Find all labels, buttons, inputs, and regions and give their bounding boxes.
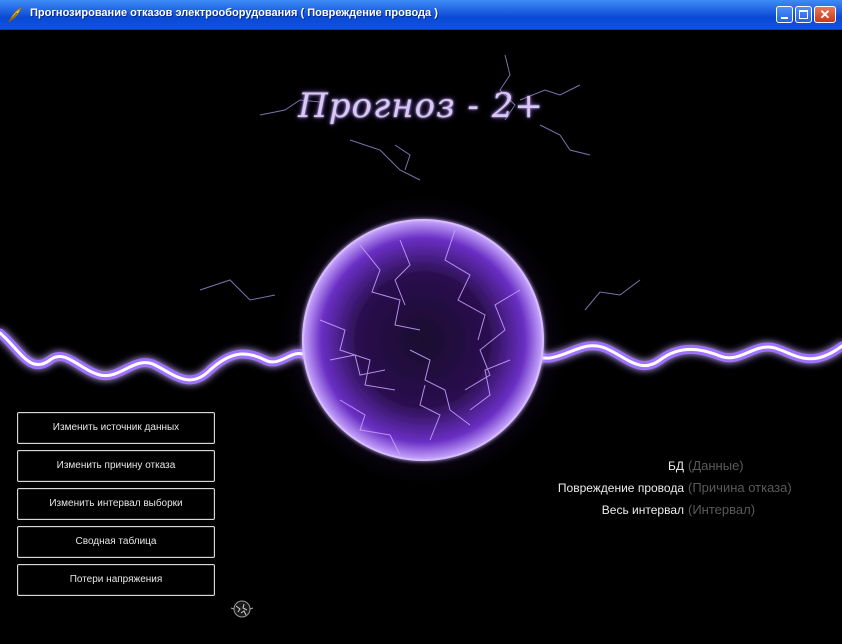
feather-app-icon [8, 6, 22, 23]
change-sample-interval-button[interactable]: Изменить интервал выборки [17, 488, 215, 520]
database-value: (Данные) [688, 458, 744, 473]
title-bar[interactable]: Прогнозирование отказов электрооборудова… [0, 0, 842, 30]
info-row-interval: Весь интервал (Интервал) [500, 499, 840, 521]
plasma-orb-icon [230, 600, 254, 618]
info-row-database: БД (Данные) [500, 455, 840, 477]
app-window: Прогнозирование отказов электрооборудова… [0, 0, 842, 644]
change-failure-cause-button[interactable]: Изменить причину отказа [17, 450, 215, 482]
status-info-panel: БД (Данные) Повреждение провода (Причина… [500, 455, 840, 521]
maximize-button[interactable] [795, 6, 812, 23]
change-data-source-button[interactable]: Изменить источник данных [17, 412, 215, 444]
database-label: БД [667, 459, 684, 473]
failure-cause-value: (Причина отказа) [688, 480, 792, 495]
voltage-loss-button[interactable]: Потери напряжения [17, 564, 215, 596]
window-title: Прогнозирование отказов электрооборудова… [30, 7, 438, 19]
info-row-failure-cause: Повреждение провода (Причина отказа) [500, 477, 840, 499]
action-button-panel: Изменить источник данных Изменить причин… [17, 412, 215, 602]
maximize-icon [799, 10, 808, 19]
minimize-icon [781, 17, 788, 19]
minimize-button[interactable] [776, 6, 793, 23]
summary-table-button[interactable]: Сводная таблица [17, 526, 215, 558]
app-logo-title: Прогноз - 2+ [298, 86, 544, 126]
failure-cause-label: Повреждение провода [557, 481, 684, 495]
interval-label: Весь интервал [601, 503, 684, 517]
interval-value: (Интервал) [688, 502, 756, 517]
close-button[interactable]: ✕ [814, 6, 836, 23]
close-icon: ✕ [819, 7, 831, 22]
